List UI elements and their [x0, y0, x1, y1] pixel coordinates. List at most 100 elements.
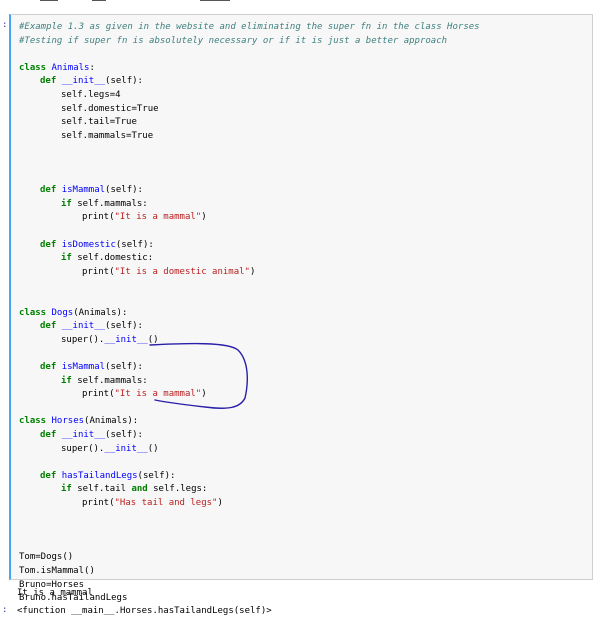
code-line: #Testing if super fn is absolutely neces… [19, 35, 447, 47]
cell-prompt: : [2, 20, 8, 30]
code-token: ) [217, 498, 223, 508]
code-token: self.legs: [153, 484, 208, 495]
code-token: () [147, 334, 159, 345]
code-token: def [40, 362, 62, 372]
code-token: if [61, 198, 78, 209]
code-line: super().__init__() [61, 334, 159, 346]
code-token: __init__ [104, 443, 148, 454]
code-token: print( [82, 389, 115, 400]
code-token: __init__ [61, 430, 106, 440]
code-token: (self): [115, 239, 154, 250]
code-token: def [40, 321, 62, 332]
code-token: Animals [51, 62, 90, 73]
code-token: __init__ [61, 321, 106, 332]
code-token: (self): [105, 430, 143, 440]
code-token: isDomestic [61, 239, 116, 250]
code-token: if [61, 253, 78, 264]
code-token: super(). [61, 443, 105, 454]
code-token: self.mammals: [77, 375, 148, 386]
code-token: hasTailandLegs [61, 470, 138, 481]
code-token: if [61, 484, 78, 495]
code-token: #Example 1.3 as given in the website and… [19, 22, 480, 32]
code-line: def isMammal(self): [40, 184, 143, 196]
code-line: if self.tail and self.legs: [61, 483, 207, 495]
code-token: self.tail [77, 484, 132, 495]
code-token: "It is a mammal" [114, 389, 202, 400]
code-token: "It is a mammal" [114, 212, 202, 223]
code-token: __init__ [61, 76, 106, 87]
code-line: self.legs=4 [61, 89, 121, 101]
stdout-output: It is a mammal [17, 588, 93, 598]
code-line: print("Has tail and legs") [82, 497, 223, 509]
code-token: Tom=Dogs() [19, 552, 74, 563]
code-line: def isDomestic(self): [40, 239, 154, 251]
code-token: ) [201, 212, 207, 223]
code-token: self.mammals: [77, 198, 148, 209]
code-token: def [40, 470, 62, 481]
code-token: and [131, 484, 154, 495]
result-prompt: : [2, 605, 8, 615]
code-token: (self): [137, 470, 176, 481]
code-line: print("It is a domestic animal") [82, 266, 255, 278]
code-line: def __init__(self): [40, 75, 143, 87]
code-line: Tom=Dogs() [19, 551, 73, 563]
code-line: if self.mammals: [61, 375, 148, 387]
code-token: (self): [105, 321, 143, 332]
code-token: self.domestic: [77, 253, 154, 264]
code-token: ) [201, 389, 207, 400]
code-line: def __init__(self): [40, 320, 143, 332]
code-line: self.mammals=True [61, 130, 153, 142]
code-line: #Example 1.3 as given in the website and… [19, 21, 480, 33]
code-line: if self.domestic: [61, 252, 153, 264]
code-token: "Has tail and legs" [114, 498, 218, 508]
code-token: Tom.isMammal() [19, 566, 95, 576]
code-line: class Dogs(Animals): [19, 307, 127, 319]
code-token: isMammal [61, 362, 106, 372]
code-line: print("It is a mammal") [82, 388, 207, 400]
code-line: self.tail=True [61, 116, 137, 128]
code-token: (self): [105, 76, 143, 87]
code-line: print("It is a mammal") [82, 211, 207, 223]
code-token: self.mammals=True [61, 130, 154, 141]
code-token: #Testing if super fn is absolutely neces… [19, 35, 448, 46]
code-token: self.tail=True [61, 117, 137, 128]
code-line: class Horses(Animals): [19, 415, 138, 427]
code-token: def [40, 430, 62, 440]
code-line: def isMammal(self): [40, 361, 143, 373]
code-line: Tom.isMammal() [19, 565, 95, 577]
code-token: (Animals): [73, 307, 128, 318]
code-token: (Animals): [84, 416, 139, 427]
code-token: "It is a domestic animal" [114, 266, 250, 277]
code-line: class Animals: [19, 62, 95, 74]
code-token: Dogs [51, 307, 74, 318]
code-line: def hasTailandLegs(self): [40, 470, 175, 482]
code-line: if self.mammals: [61, 198, 148, 210]
code-token: isMammal [61, 185, 106, 196]
code-token: if [61, 375, 78, 386]
code-cell[interactable]: #Example 1.3 as given in the website and… [9, 14, 593, 603]
code-token: self.legs=4 [61, 90, 121, 100]
top-cropped-strip [0, 0, 595, 6]
code-token: def [40, 239, 62, 250]
code-token: class [19, 62, 52, 73]
code-token: Horses [51, 416, 85, 427]
code-token: class [19, 307, 52, 318]
code-line: super().__init__() [61, 443, 159, 455]
code-token: self.domestic=True [61, 103, 159, 114]
code-token: def [40, 185, 62, 196]
code-token: print( [82, 498, 115, 508]
code-token: (self): [105, 362, 143, 372]
code-token: def [40, 76, 62, 87]
code-token: () [147, 443, 159, 454]
code-token: super(). [61, 334, 105, 345]
code-line: def __init__(self): [40, 429, 143, 441]
code-token: __init__ [104, 334, 148, 345]
code-line: self.domestic=True [61, 103, 159, 115]
code-token: : [89, 62, 95, 73]
code-token: print( [82, 212, 115, 223]
code-token: ) [249, 266, 256, 277]
result-output: <function __main__.Horses.hasTailandLegs… [17, 606, 272, 616]
code-token: class [19, 416, 52, 427]
code-token: print( [82, 266, 115, 277]
code-token: (self): [105, 185, 143, 196]
